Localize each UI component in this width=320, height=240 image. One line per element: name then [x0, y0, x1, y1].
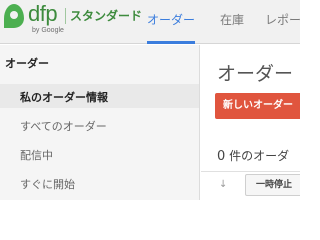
- sidebar-item-starting-soon[interactable]: すぐに開始: [20, 176, 75, 192]
- sidebar-title: オーダー: [5, 57, 49, 70]
- active-tab-indicator: [147, 41, 195, 44]
- logo-edition: スタンダード: [70, 9, 143, 23]
- tab-orders[interactable]: オーダー: [147, 11, 195, 28]
- logo-separator: [65, 8, 66, 24]
- main-content: オーダー 新しいオーダー 0 件のオーダ ↓ 一時停止: [201, 45, 300, 200]
- order-count-text: 0 件のオーダ: [217, 147, 289, 164]
- tab-inventory[interactable]: 在庫: [220, 11, 244, 28]
- dfp-logo-mark-icon: [4, 4, 24, 28]
- toolbar-divider: [201, 171, 300, 172]
- tab-reports[interactable]: レポー: [265, 11, 301, 28]
- order-count-suffix: 件のオーダ: [225, 149, 290, 163]
- sidebar-item-my-orders[interactable]: 私のオーダー情報: [20, 89, 108, 105]
- page-title: オーダー: [217, 63, 294, 85]
- logo-brand: dfp: [28, 1, 58, 26]
- sidebar-item-all-orders[interactable]: すべてのオーダー: [20, 118, 107, 134]
- sidebar: オーダー 私のオーダー情報 すべてのオーダー 配信中 すぐに開始: [0, 45, 200, 200]
- sidebar-item-delivering[interactable]: 配信中: [20, 147, 53, 163]
- top-header: dfp スタンダード by Google オーダー 在庫 レポー: [0, 0, 301, 44]
- sort-arrow-icon[interactable]: ↓: [219, 179, 227, 190]
- new-order-button[interactable]: 新しいオーダー: [215, 93, 300, 119]
- dfp-logo[interactable]: dfp スタンダード by Google: [2, 1, 143, 40]
- pause-button[interactable]: 一時停止: [245, 174, 300, 196]
- logo-byline: by Google: [32, 27, 64, 34]
